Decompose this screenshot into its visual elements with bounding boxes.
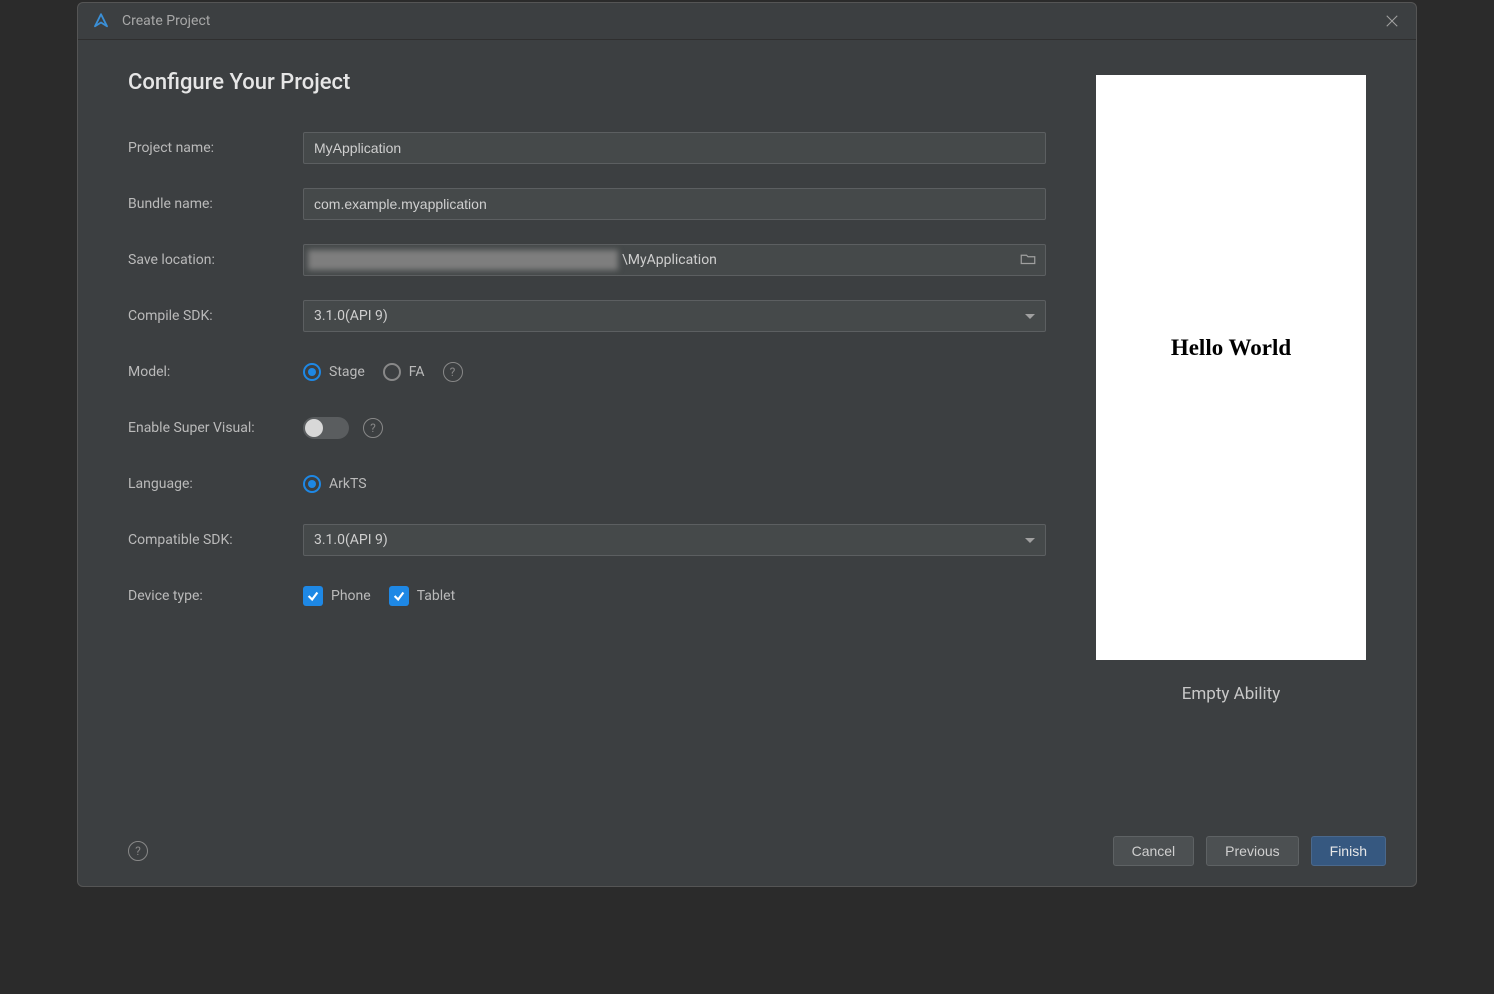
device-type-phone[interactable]: Phone — [303, 586, 371, 606]
compile-sdk-value: 3.1.0(API 9) — [314, 308, 388, 324]
save-location-suffix: \MyApplication — [622, 252, 717, 268]
form-pane: Configure Your Project Project name: Bun… — [128, 70, 1046, 814]
model-radio-fa[interactable]: FA — [383, 363, 425, 381]
checkbox-icon — [303, 586, 323, 606]
compatible-sdk-label: Compatible SDK: — [128, 532, 303, 548]
preview-pane: Hello World Empty Ability — [1096, 70, 1366, 814]
folder-icon[interactable] — [1019, 250, 1039, 270]
project-name-label: Project name: — [128, 140, 303, 156]
app-logo-icon — [92, 12, 110, 30]
cancel-button[interactable]: Cancel — [1113, 836, 1195, 866]
compile-sdk-label: Compile SDK: — [128, 308, 303, 324]
super-visual-label: Enable Super Visual: — [128, 420, 303, 436]
language-option-arkts: ArkTS — [329, 476, 367, 492]
checkbox-icon — [389, 586, 409, 606]
project-name-input[interactable] — [303, 132, 1046, 164]
bundle-name-label: Bundle name: — [128, 196, 303, 212]
save-location-label: Save location: — [128, 252, 303, 268]
compatible-sdk-value: 3.1.0(API 9) — [314, 532, 388, 548]
page-title: Configure Your Project — [128, 70, 1046, 95]
close-icon[interactable] — [1382, 11, 1402, 31]
model-option-fa: FA — [409, 364, 425, 380]
compile-sdk-select[interactable]: 3.1.0(API 9) — [303, 300, 1046, 332]
compatible-sdk-select[interactable]: 3.1.0(API 9) — [303, 524, 1046, 556]
finish-button[interactable]: Finish — [1311, 836, 1386, 866]
dialog-title: Create Project — [122, 13, 210, 29]
preview-phone: Hello World — [1096, 75, 1366, 660]
device-type-label: Device type: — [128, 588, 303, 604]
previous-button[interactable]: Previous — [1206, 836, 1298, 866]
bundle-name-input[interactable] — [303, 188, 1046, 220]
create-project-dialog: Create Project Configure Your Project Pr… — [77, 2, 1417, 887]
titlebar: Create Project — [78, 3, 1416, 40]
device-type-tablet[interactable]: Tablet — [389, 586, 455, 606]
language-radio-arkts[interactable]: ArkTS — [303, 475, 367, 493]
save-location-input[interactable]: \MyApplication — [303, 244, 1046, 276]
radio-icon — [383, 363, 401, 381]
device-tablet-label: Tablet — [417, 588, 455, 604]
radio-icon — [303, 363, 321, 381]
preview-hello-world: Hello World — [1171, 335, 1291, 361]
model-option-stage: Stage — [329, 364, 365, 380]
language-label: Language: — [128, 476, 303, 492]
super-visual-toggle[interactable] — [303, 417, 349, 439]
device-phone-label: Phone — [331, 588, 371, 604]
chevron-down-icon — [1025, 314, 1035, 319]
help-icon[interactable]: ? — [363, 418, 383, 438]
redacted-path — [308, 250, 618, 270]
dialog-footer: ? Cancel Previous Finish — [78, 824, 1416, 886]
model-label: Model: — [128, 364, 303, 380]
chevron-down-icon — [1025, 538, 1035, 543]
preview-template-name: Empty Ability — [1182, 684, 1281, 704]
model-radio-stage[interactable]: Stage — [303, 363, 365, 381]
help-icon[interactable]: ? — [443, 362, 463, 382]
help-icon[interactable]: ? — [128, 841, 148, 861]
radio-icon — [303, 475, 321, 493]
